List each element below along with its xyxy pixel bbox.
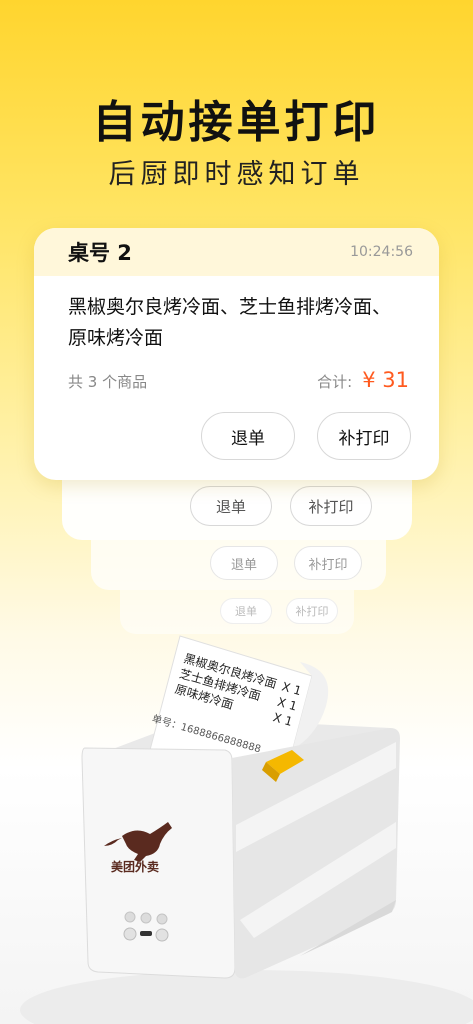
hero-subtitle: 后厨即时感知订单	[108, 159, 365, 190]
hero-title: 自动接单打印	[92, 97, 381, 148]
reprint-button[interactable]: 补打印	[290, 486, 372, 526]
stacked-order-card-2: 退单 补打印	[91, 540, 386, 590]
refund-button[interactable]: 退单	[201, 412, 295, 460]
order-card-header: 桌号 2 10:24:56	[34, 228, 439, 276]
item-count: 共 3 个商品	[68, 373, 148, 391]
refund-button[interactable]: 退单	[210, 546, 278, 580]
stacked-order-card-1: 退单 补打印	[62, 478, 412, 540]
order-card: 桌号 2 10:24:56 黑椒奥尔良烤冷面、芝士鱼排烤冷面、原味烤冷面 共 3…	[34, 228, 439, 480]
order-items: 黑椒奥尔良烤冷面、芝士鱼排烤冷面、原味烤冷面	[68, 296, 392, 349]
reprint-button[interactable]: 补打印	[317, 412, 411, 460]
printer-brand-label: 美团外卖	[111, 860, 160, 874]
total-label: 合计:	[317, 373, 353, 391]
total-amount: ¥ 31	[362, 368, 409, 392]
order-time: 10:24:56	[350, 244, 413, 260]
receipt-printer-illustration: 黑椒奥尔良烤冷面 X 1 芝士鱼排烤冷面 X 1 原味烤冷面 X 1 单号：16…	[20, 635, 473, 1024]
reprint-button[interactable]: 补打印	[294, 546, 362, 580]
table-number: 桌号 2	[68, 241, 132, 265]
refund-button[interactable]: 退单	[190, 486, 272, 526]
